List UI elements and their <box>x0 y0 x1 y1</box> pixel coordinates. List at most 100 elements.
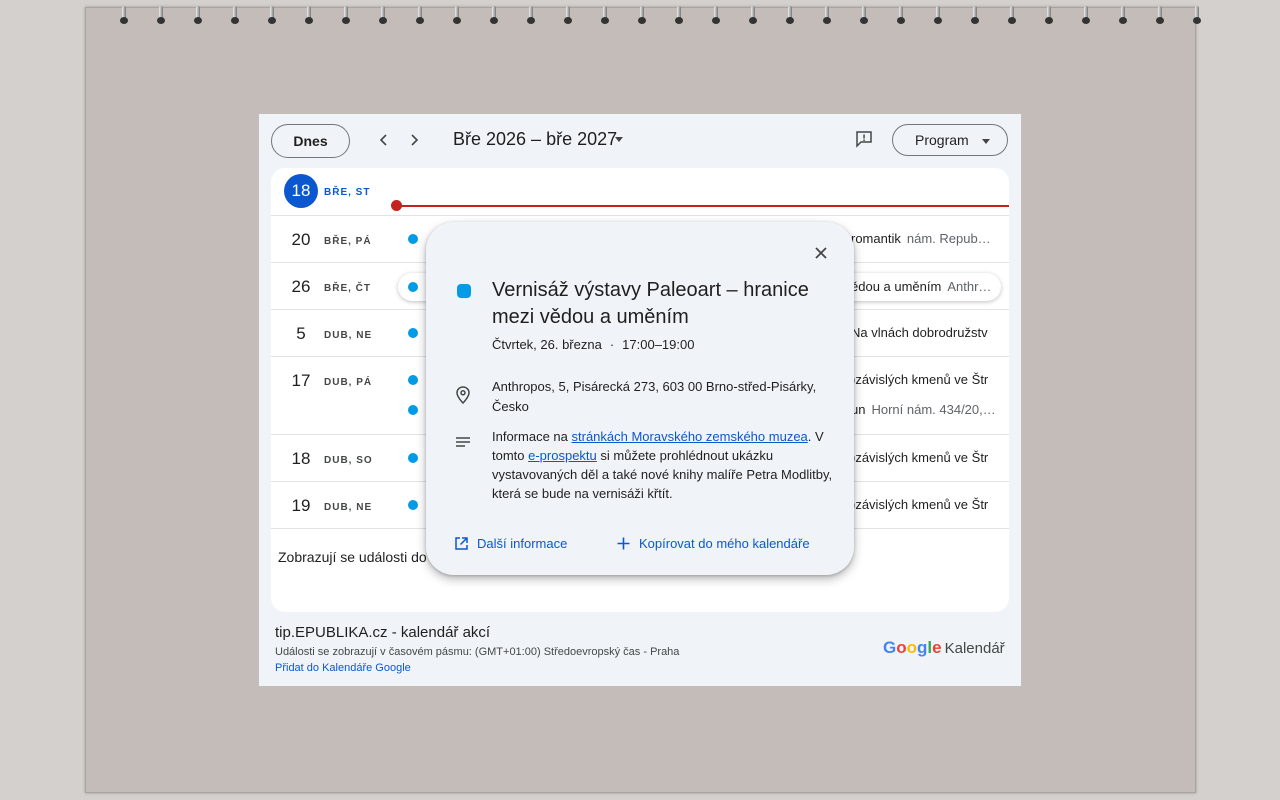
event-item[interactable]: romantik nám. Repub… <box>851 231 991 246</box>
event-datetime: Čtvrtek, 26. března · 17:00–19:00 <box>492 337 695 352</box>
copy-to-my-calendar-button[interactable]: Kopírovat do mého kalendáře <box>616 536 810 551</box>
binding-ring <box>1081 6 1091 24</box>
dropdown-caret-icon <box>982 139 990 144</box>
location-pin-icon <box>455 386 473 405</box>
binding-ring <box>933 6 943 24</box>
next-button[interactable] <box>402 128 426 152</box>
binding-ring <box>489 6 499 24</box>
notes-icon <box>455 436 473 454</box>
binding-ring <box>896 6 906 24</box>
event-title: Na vlnách dobrodružstv <box>851 325 988 340</box>
binding-ring <box>193 6 203 24</box>
binding-ring <box>785 6 795 24</box>
event-item: ědou a uměním Anthr… <box>851 279 991 294</box>
binding-ring <box>452 6 462 24</box>
binding-ring <box>1155 6 1165 24</box>
binding-ring <box>415 6 425 24</box>
current-time-line <box>398 205 1009 207</box>
agenda-day-of-week: DUB, PÁ <box>324 377 373 388</box>
agenda-day-number[interactable]: 17 <box>289 371 313 391</box>
binding-ring <box>1007 6 1017 24</box>
event-item[interactable]: un Horní nám. 434/20,… <box>851 402 996 417</box>
plus-icon <box>617 537 630 550</box>
event-color-dot <box>408 453 418 463</box>
brand-suffix: Kalendář <box>944 639 1005 657</box>
event-color-dot <box>408 405 418 415</box>
event-description: Informace na stránkách Moravského zemské… <box>492 429 833 501</box>
event-title: ědou a uměním <box>851 279 942 294</box>
event-item[interactable]: )závislých kmenů ve Štr <box>851 497 988 512</box>
event-item[interactable]: )závislých kmenů ve Štr <box>851 372 988 387</box>
binding-ring <box>859 6 869 24</box>
binding-ring <box>600 6 610 24</box>
toolbar: Dnes Bře 2026 – bře 2027 Program <box>259 114 1021 168</box>
google-wordmark: Google <box>883 638 942 657</box>
event-time: 17:00–19:00 <box>622 337 695 352</box>
binding-ring <box>822 6 832 24</box>
more-info-label: Další informace <box>477 536 568 551</box>
event-color-dot <box>408 500 418 510</box>
agenda-day-number[interactable]: 19 <box>289 496 313 516</box>
event-item[interactable]: Na vlnách dobrodružstv <box>851 325 988 340</box>
agenda-day-number[interactable]: 5 <box>289 324 313 344</box>
view-selector-label: Program <box>915 132 969 148</box>
binding-ring <box>1118 6 1128 24</box>
event-location: Anthropos, 5, Pisárecká 273, 603 00 Brno… <box>492 379 817 414</box>
today-date-badge[interactable]: 18 <box>284 174 318 208</box>
view-selector-button[interactable]: Program <box>892 124 1008 156</box>
open-external-icon <box>455 537 468 550</box>
binding-ring <box>637 6 647 24</box>
binding-ring <box>267 6 277 24</box>
museum-page-link[interactable]: stránkách Moravského zemského muzea <box>572 429 808 444</box>
binding-ring <box>711 6 721 24</box>
feedback-icon[interactable] <box>854 129 876 151</box>
close-icon[interactable] <box>810 242 832 264</box>
add-to-google-calendar-link[interactable]: Přidat do Kalendáře Google <box>275 662 411 674</box>
google-calendar-logo[interactable]: Google Kalendář <box>883 638 1005 658</box>
event-location: Anthr… <box>947 279 992 294</box>
event-color-dot <box>408 375 418 385</box>
binding-ring <box>119 6 129 24</box>
agenda-day-of-week: BŘE, ČT <box>324 283 371 294</box>
more-info-button[interactable]: Další informace <box>454 536 567 551</box>
event-location: nám. Repub… <box>906 231 991 246</box>
binding-ring <box>341 6 351 24</box>
event-color-dot <box>408 282 418 292</box>
today-button[interactable]: Dnes <box>271 124 350 158</box>
binding-ring <box>156 6 166 24</box>
e-prospekt-link[interactable]: e-prospektu <box>528 448 597 463</box>
event-details-popup: Vernisáž výstavy Paleoart – hranice mezi… <box>426 222 854 575</box>
binding-ring <box>1192 6 1202 24</box>
event-color-square <box>457 284 471 298</box>
event-title: )závislých kmenů ve Štr <box>851 372 989 387</box>
agenda-day-of-week: DUB, NE <box>324 502 373 513</box>
event-title: romantik <box>851 231 901 246</box>
event-date: Čtvrtek, 26. března <box>492 337 602 352</box>
event-title: )závislých kmenů ve Štr <box>851 450 989 465</box>
copy-to-my-calendar-label: Kopírovat do mého kalendáře <box>639 536 810 551</box>
agenda-row-today: 18 BŘE, ST <box>271 168 1009 216</box>
agenda-day-number[interactable]: 18 <box>289 449 313 469</box>
event-title: )závislých kmenů ve Štr <box>851 497 989 512</box>
dropdown-caret-icon[interactable] <box>615 137 623 142</box>
chevron-left-icon <box>379 134 387 146</box>
binding-ring <box>1044 6 1054 24</box>
binding-ring <box>563 6 573 24</box>
previous-button[interactable] <box>372 128 396 152</box>
agenda-day-number[interactable]: 20 <box>289 230 313 250</box>
event-location: Horní nám. 434/20,… <box>871 402 996 417</box>
date-range-title[interactable]: Bře 2026 – bře 2027 <box>453 129 617 150</box>
binding-ring <box>970 6 980 24</box>
agenda-day-of-week: DUB, NE <box>324 330 373 341</box>
agenda-day-of-week: BŘE, PÁ <box>324 236 372 247</box>
chevron-right-icon <box>411 134 419 146</box>
agenda-day-number[interactable]: 26 <box>289 277 313 297</box>
event-item[interactable]: )závislých kmenů ve Štr <box>851 450 988 465</box>
agenda-day-of-week: DUB, SO <box>324 455 373 466</box>
today-day-of-week: BŘE, ST <box>324 187 371 198</box>
binding-ring <box>304 6 314 24</box>
binding-ring <box>748 6 758 24</box>
agenda-range-note: Zobrazují se události do <box>278 549 427 565</box>
binding-ring <box>378 6 388 24</box>
binding-ring <box>230 6 240 24</box>
